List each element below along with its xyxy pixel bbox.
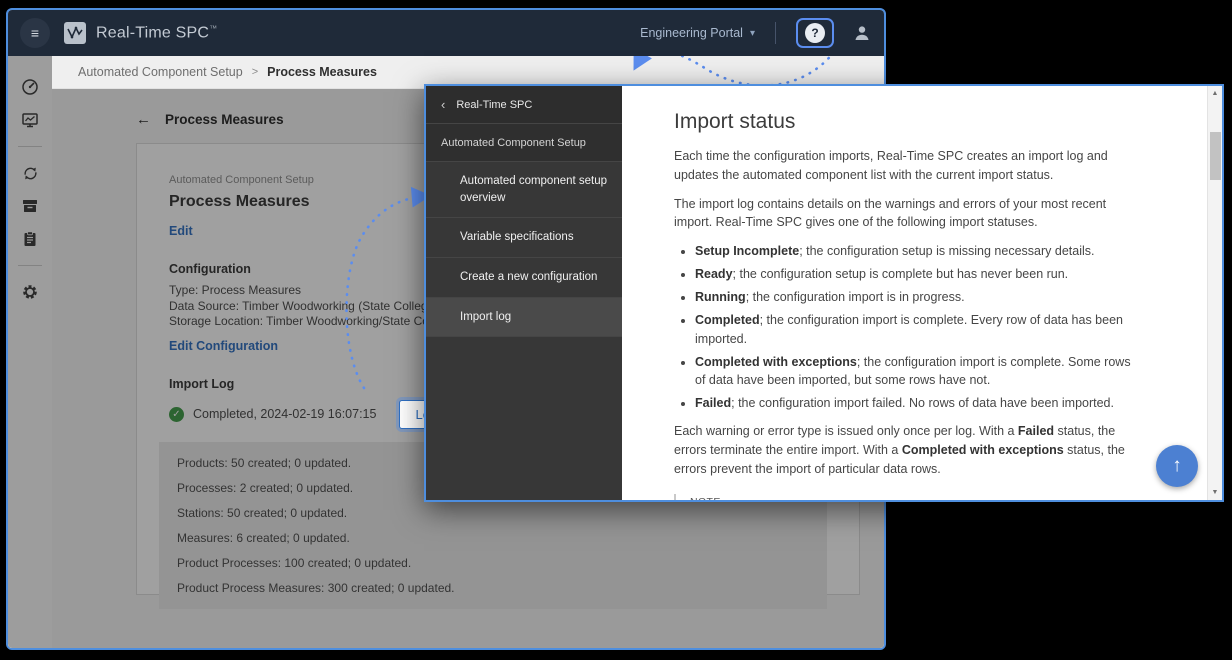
status-bullet: Completed; the configuration import is c…: [695, 311, 1144, 347]
screen: ≡ Real-Time SPC™ Engineering Portal ▾ ?: [0, 0, 1232, 660]
portal-label: Engineering Portal: [640, 26, 743, 40]
help-nav-item[interactable]: Variable specifications: [426, 218, 622, 258]
help-button[interactable]: ?: [796, 18, 834, 48]
top-bar: ≡ Real-Time SPC™ Engineering Portal ▾ ?: [8, 10, 884, 56]
breadcrumb-separator-icon: >: [252, 66, 258, 78]
chevron-down-icon: ▾: [750, 28, 755, 39]
article-paragraph: Each warning or error type is issued onl…: [674, 422, 1144, 478]
help-nav-item[interactable]: Import log: [426, 298, 622, 338]
app-logo-icon: [64, 22, 86, 44]
menu-icon[interactable]: ≡: [20, 18, 50, 48]
article-paragraph: Each time the configuration imports, Rea…: [674, 147, 1144, 185]
breadcrumb-parent[interactable]: Automated Component Setup: [78, 65, 243, 79]
scroll-down-icon[interactable]: ▼: [1208, 489, 1222, 496]
scrollbar[interactable]: ▲ ▼: [1207, 86, 1222, 500]
status-bullet: Ready; the configuration setup is comple…: [695, 265, 1144, 283]
status-bullet: Completed with exceptions; the configura…: [695, 353, 1144, 389]
portal-selector[interactable]: Engineering Portal ▾: [640, 26, 755, 40]
topbar-divider: [775, 22, 776, 44]
status-bullet: Running; the configuration import is in …: [695, 288, 1144, 306]
help-back-label: Real-Time SPC: [456, 99, 532, 111]
breadcrumb-current: Process Measures: [267, 65, 377, 79]
help-nav-item[interactable]: Create a new configuration: [426, 258, 622, 298]
app-title: Real-Time SPC™: [96, 24, 217, 42]
help-panel: ‹ Real-Time SPC Automated Component Setu…: [424, 84, 1224, 502]
status-bullet: Failed; the configuration import failed.…: [695, 394, 1144, 412]
help-nav-list: Automated component setup overviewVariab…: [426, 162, 622, 337]
help-nav-item[interactable]: Automated component setup overview: [426, 162, 622, 218]
note-block: NOTE If the import is successful, the im…: [674, 494, 1144, 500]
note-label: NOTE: [690, 496, 1144, 500]
status-bullet-list: Setup Incomplete; the configuration setu…: [674, 242, 1144, 412]
scroll-up-icon[interactable]: ▲: [1208, 90, 1222, 97]
article-title: Import status: [674, 110, 1144, 134]
user-account-icon[interactable]: [852, 23, 872, 43]
help-back-button[interactable]: ‹ Real-Time SPC: [426, 86, 622, 124]
help-section-label: Automated Component Setup: [426, 124, 622, 162]
scrollbar-thumb[interactable]: [1210, 132, 1221, 180]
chevron-left-icon: ‹: [441, 97, 445, 112]
help-icon: ?: [805, 23, 825, 43]
article-paragraph: The import log contains details on the w…: [674, 195, 1144, 233]
help-article: Import status Each time the configuratio…: [622, 86, 1222, 500]
help-sidebar: ‹ Real-Time SPC Automated Component Setu…: [426, 86, 622, 500]
trademark: ™: [209, 24, 217, 33]
status-bullet: Setup Incomplete; the configuration setu…: [695, 242, 1144, 260]
scroll-to-top-button[interactable]: ↑: [1156, 445, 1198, 487]
